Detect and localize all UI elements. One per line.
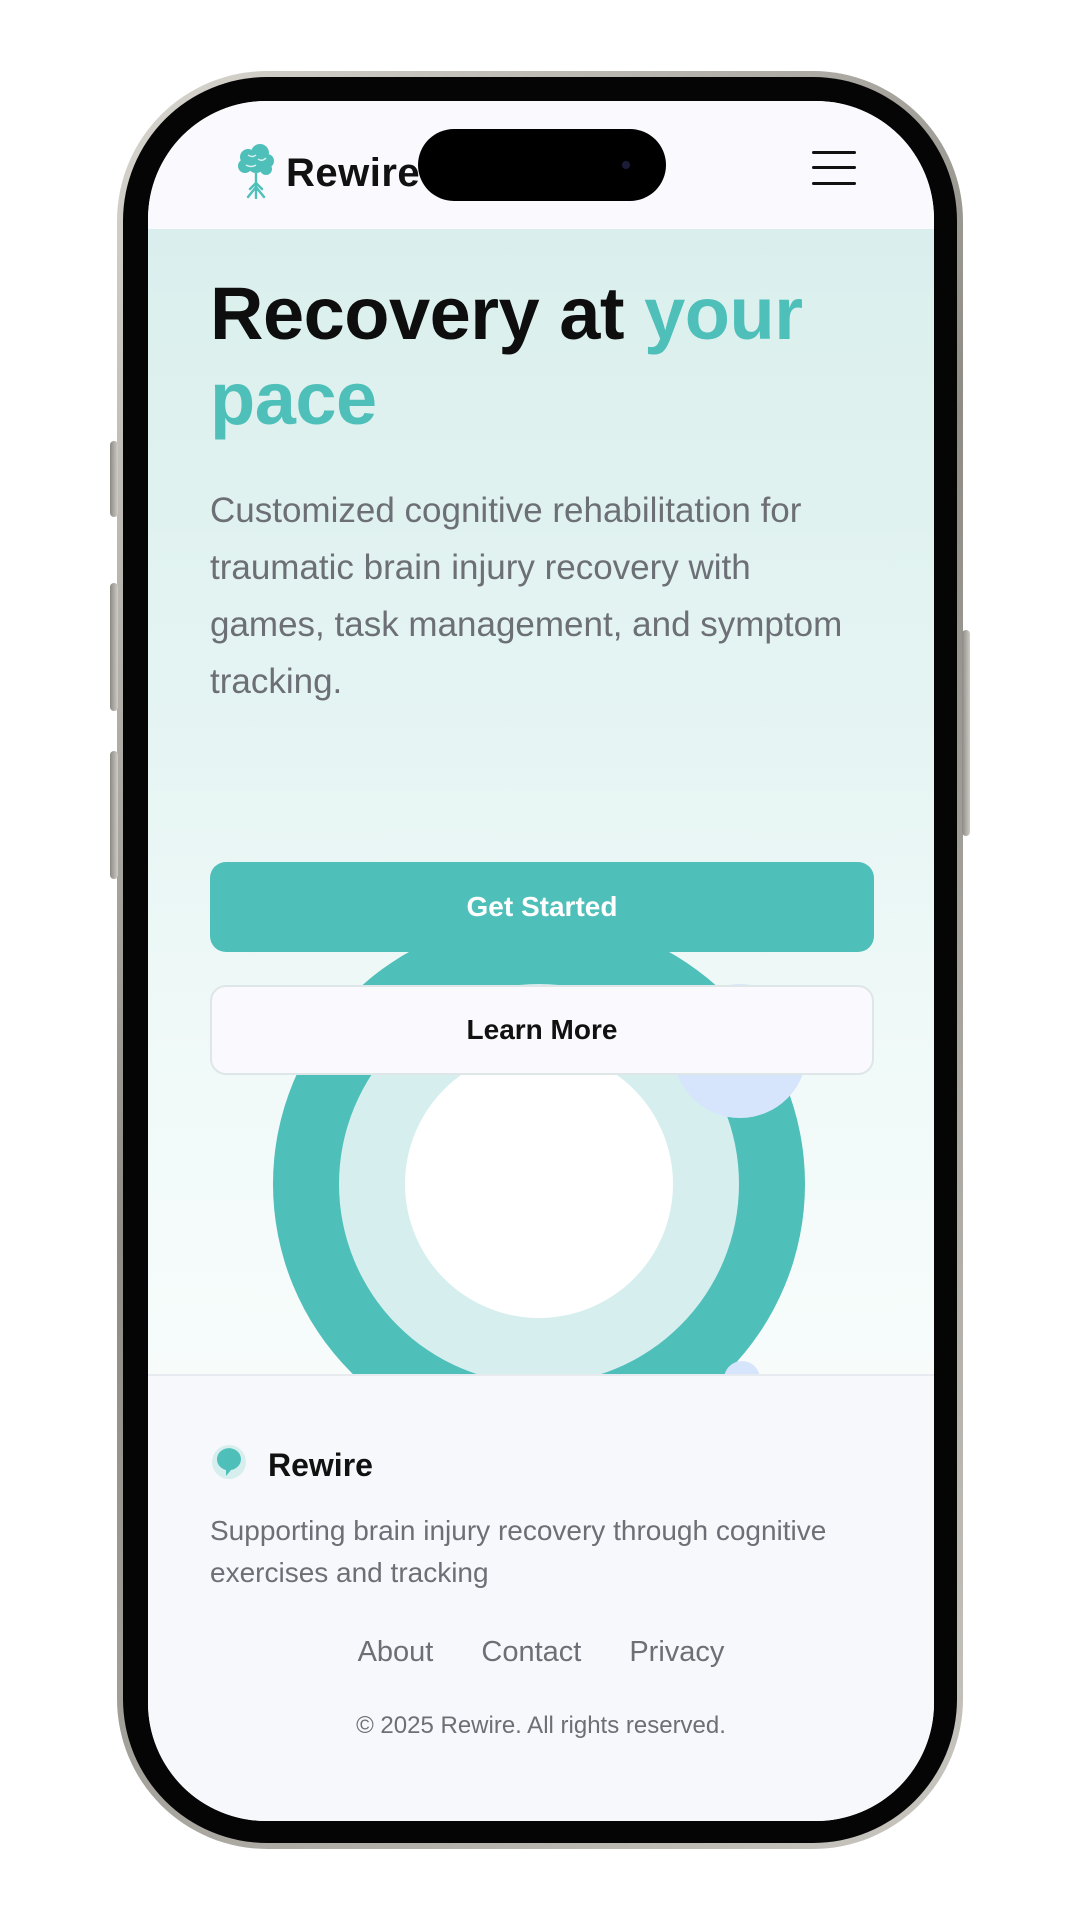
dynamic-island	[418, 129, 666, 201]
hero-section: Recovery at your pace Customized cogniti…	[148, 229, 934, 1374]
get-started-button[interactable]: Get Started	[210, 862, 874, 952]
footer-links: About Contact Privacy	[148, 1636, 934, 1669]
small-bubble-decoration	[724, 1361, 760, 1374]
speech-bubble-icon	[210, 1444, 248, 1487]
footer-brand: Rewire	[210, 1444, 373, 1487]
hero-title-main: Recovery at	[210, 272, 645, 355]
hero-title: Recovery at your pace	[210, 271, 910, 441]
logo-text: Rewire	[286, 151, 421, 195]
front-camera	[622, 161, 630, 169]
footer-link-about[interactable]: About	[358, 1636, 434, 1669]
footer: Rewire Supporting brain injury recovery …	[148, 1374, 934, 1821]
hero-description: Customized cognitive rehabilitation for …	[210, 491, 843, 701]
volume-up-button	[110, 583, 118, 711]
hamburger-menu-icon[interactable]	[812, 151, 856, 185]
footer-brand-name: Rewire	[268, 1447, 373, 1483]
footer-link-privacy[interactable]: Privacy	[629, 1636, 724, 1669]
learn-more-button[interactable]: Learn More	[210, 985, 874, 1075]
brain-tree-icon	[236, 143, 276, 204]
volume-down-button	[110, 751, 118, 879]
inner-circle	[405, 1050, 673, 1318]
action-button	[110, 441, 118, 517]
footer-tagline: Supporting brain injury recovery through…	[210, 1515, 827, 1588]
footer-link-contact[interactable]: Contact	[481, 1636, 581, 1669]
logo[interactable]: Rewire	[236, 143, 420, 204]
copyright-text: © 2025 Rewire. All rights reserved.	[356, 1712, 726, 1739]
phone-screen: Rewire Recovery at your pace Customized …	[148, 101, 934, 1821]
power-button	[962, 630, 970, 836]
